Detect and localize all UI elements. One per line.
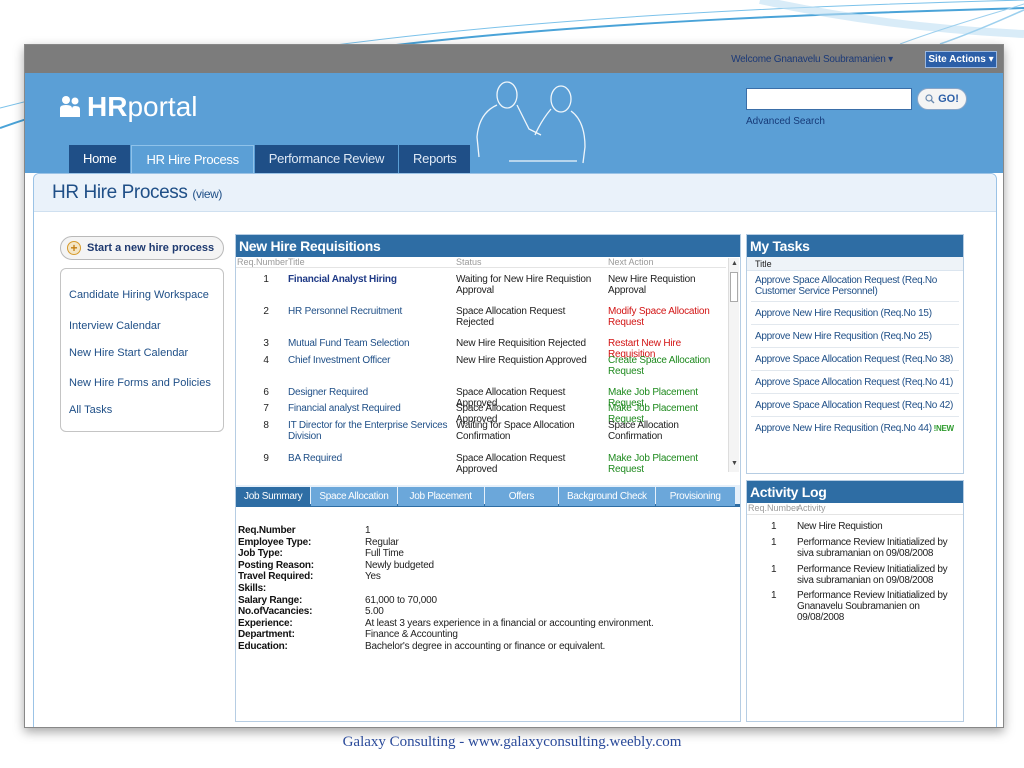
detail-row: Experience: At least 3 years experience i…: [238, 617, 654, 629]
browser-frame: Welcome Gnanavelu Soubramanien ▾ Site Ac…: [24, 44, 1004, 728]
task-link-new[interactable]: Approve New Hire Requsition (Req.No 44) …: [755, 423, 959, 434]
tab-home[interactable]: Home: [69, 145, 131, 173]
req-title-link[interactable]: Chief Investment Officer: [288, 355, 448, 366]
requisitions-table: Req.Number Title Status Next Action 1 Fi…: [236, 257, 726, 475]
page-title: HR Hire Process (view): [52, 182, 222, 203]
view-link[interactable]: (view): [192, 187, 222, 201]
my-tasks-heading: My Tasks: [747, 235, 963, 257]
nav-new-hire-start-calendar[interactable]: New Hire Start Calendar: [69, 347, 188, 359]
people-icon: [60, 96, 80, 117]
scroll-down-icon[interactable]: ▼: [731, 460, 738, 467]
task-link[interactable]: Approve Space Allocation Request (Req.No…: [755, 354, 959, 365]
activity-log-panel: Activity Log Req.Number Activity 1 New Hi…: [746, 480, 964, 722]
top-bar: Welcome Gnanavelu Soubramanien ▾ Site Ac…: [25, 45, 1003, 73]
req-title-link[interactable]: Mutual Fund Team Selection: [288, 338, 448, 349]
requisitions-panel: New Hire Requisitions Req.Number Title S…: [235, 234, 741, 722]
header-banner: HR portal GO! Advanced Search Home HR Hir…: [25, 73, 1003, 173]
subtab-space-allocation[interactable]: Space Allocation: [311, 487, 397, 506]
hr-portal-logo[interactable]: HR portal: [59, 91, 198, 123]
task-link[interactable]: Approve Space Allocation Request (Req.No…: [755, 275, 959, 297]
req-title-link[interactable]: HR Personnel Recruitment: [288, 306, 448, 317]
tab-reports[interactable]: Reports: [399, 145, 471, 173]
requisitions-scrollbar[interactable]: ▲ ▼: [728, 258, 739, 472]
slide-footer: Galaxy Consulting - www.galaxyconsulting…: [342, 734, 682, 750]
next-action-link[interactable]: New Hire Requistion Approval: [608, 274, 726, 296]
my-tasks-panel: My Tasks Title Approve Space Allocation …: [746, 234, 964, 474]
log-header: Req.Number Activity: [747, 503, 963, 515]
nav-interview-calendar[interactable]: Interview Calendar: [69, 320, 161, 332]
task-link[interactable]: Approve Space Allocation Request (Req.No…: [755, 377, 959, 388]
task-link[interactable]: Approve Space Allocation Request (Req.No…: [755, 400, 959, 411]
left-navigation: Candidate Hiring Workspace Interview Cal…: [60, 268, 224, 432]
req-title-link[interactable]: IT Director for the Enterprise Services …: [288, 420, 448, 442]
job-summary-details: Req.Number 1 Employee Type: Regular Job Ty…: [238, 525, 738, 653]
detail-row: No.ofVacancies: 5.00: [238, 606, 384, 618]
welcome-user-menu[interactable]: Welcome Gnanavelu Soubramanien ▾: [731, 54, 893, 65]
table-header: Req.Number Title Status Next Action: [236, 257, 726, 268]
tasks-column-title: Title: [747, 257, 963, 271]
req-title-link[interactable]: Financial analyst Required: [288, 403, 448, 414]
req-title-link[interactable]: Financial Analyst Hiring: [288, 274, 448, 285]
next-action-link[interactable]: Space Allocation Confirmation: [608, 420, 726, 442]
col-status: Status: [456, 257, 482, 267]
next-action-link[interactable]: Make Job Placement Request: [608, 453, 726, 475]
requisitions-heading: New Hire Requisitions: [236, 235, 740, 257]
detail-row: Posting Reason: Newly budgeted: [238, 559, 434, 571]
detail-row: Salary Range: 61,000 to 70,000: [238, 594, 437, 606]
task-link[interactable]: Approve New Hire Requsition (Req.No 25): [755, 331, 959, 342]
req-title-link[interactable]: BA Required: [288, 453, 448, 464]
logo-text-light: portal: [127, 91, 198, 122]
subtab-provisioning[interactable]: Provisioning: [655, 487, 735, 506]
nav-new-hire-forms-policies[interactable]: New Hire Forms and Policies: [69, 377, 211, 389]
handshake-illustration: [476, 81, 586, 164]
tab-hr-hire-process[interactable]: HR Hire Process: [131, 145, 254, 173]
page-title-bar: HR Hire Process (view): [34, 174, 996, 212]
col-title: Title: [288, 257, 305, 267]
detail-row: Employee Type: Regular: [238, 536, 399, 548]
main-tabs: Home HR Hire Process Performance Review …: [69, 145, 471, 173]
activity-log-heading: Activity Log: [747, 481, 963, 503]
start-hire-process-button[interactable]: + Start a new hire process: [60, 236, 224, 260]
subtab-background-check[interactable]: Background Check: [559, 487, 655, 506]
site-actions-button[interactable]: Site Actions ▾: [925, 51, 997, 68]
detail-row: Travel Required: Yes: [238, 571, 381, 583]
col-req-number: Req.Number: [237, 257, 289, 267]
next-action-link[interactable]: Modify Space Allocation Request: [608, 306, 726, 328]
scroll-thumb[interactable]: [730, 272, 738, 302]
scroll-up-icon[interactable]: ▲: [731, 260, 738, 267]
magnifier-icon: [925, 94, 935, 104]
nav-all-tasks[interactable]: All Tasks: [69, 404, 112, 416]
new-badge: !NEW: [931, 424, 954, 433]
subtab-job-summary[interactable]: Job Summary: [236, 487, 311, 506]
detail-row: Req.Number 1: [238, 525, 371, 536]
req-title-link[interactable]: Designer Required: [288, 387, 448, 398]
content-area: HR Hire Process (view) + Start a new hir…: [33, 173, 997, 727]
detail-row: Skills:: [238, 582, 267, 594]
col-next-action: Next Action: [608, 257, 654, 267]
task-link[interactable]: Approve New Hire Requsition (Req.No 15): [755, 308, 959, 319]
detail-row: Job Type: Full Time: [238, 548, 404, 560]
detail-row: Department: Finance & Accounting: [238, 629, 458, 641]
tab-performance-review[interactable]: Performance Review: [254, 145, 399, 173]
detail-row: Education: Bachelor's degree in accountin…: [238, 640, 606, 652]
plus-icon: +: [67, 241, 81, 255]
subtab-offers[interactable]: Offers: [484, 487, 559, 506]
detail-subtabs: Job Summary Space Allocation Job Placeme…: [236, 485, 740, 507]
nav-candidate-hiring-workspace[interactable]: Candidate Hiring Workspace: [69, 289, 209, 301]
search-input[interactable]: [746, 88, 912, 110]
advanced-search-link[interactable]: Advanced Search: [746, 116, 825, 127]
logo-text-bold: HR: [87, 91, 128, 122]
next-action-link[interactable]: Create Space Allocation Request: [608, 355, 726, 377]
subtab-job-placement[interactable]: Job Placement: [397, 487, 484, 506]
search-go-button[interactable]: GO!: [917, 88, 967, 110]
